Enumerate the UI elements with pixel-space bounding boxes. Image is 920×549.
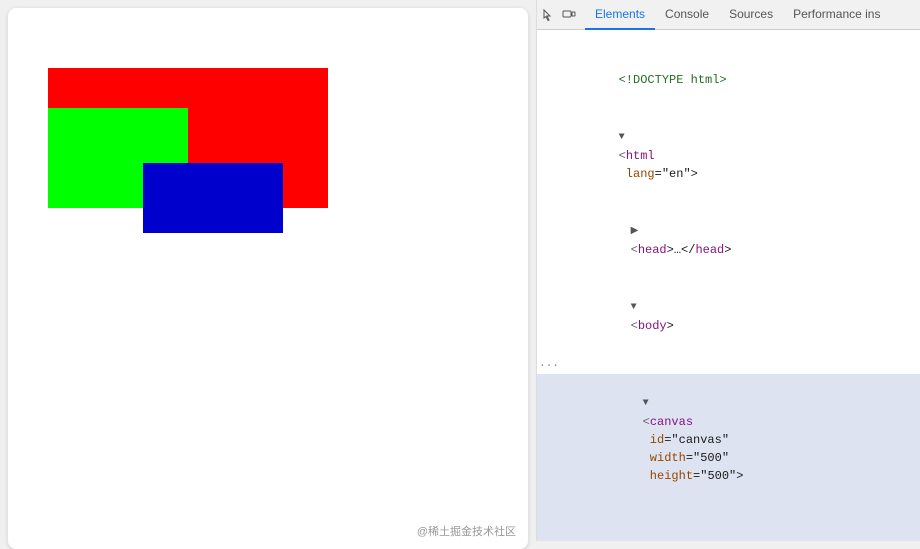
tab-console[interactable]: Console: [655, 0, 719, 30]
arrow-canvas[interactable]: [643, 395, 653, 413]
devtools-tabs: Elements Console Sources Performance ins: [537, 0, 920, 30]
tab-icons: [541, 7, 577, 23]
line-content-doctype: <!DOCTYPE html>: [561, 35, 920, 107]
line-content-canvas-text: 当前浏览器不支持canvas元素，请升级或更换浏览器！: [561, 505, 920, 541]
inspect-icon[interactable]: [541, 7, 557, 23]
arrow-body[interactable]: [631, 299, 641, 317]
line-content-html: <html lang="en">: [561, 109, 920, 201]
elements-panel-content: <!DOCTYPE html> <html lang="en"> <head>……: [537, 30, 920, 541]
line-content-canvas: <canvas id="canvas" width="500" height="…: [561, 375, 920, 503]
devtools-panel: Elements Console Sources Performance ins…: [536, 0, 920, 541]
arrow-html[interactable]: [619, 129, 629, 147]
browser-preview: @稀土掘金技术社区: [8, 8, 528, 549]
code-line-body[interactable]: <body>: [537, 278, 920, 354]
code-line-html[interactable]: <html lang="en">: [537, 108, 920, 202]
blue-rectangle: [143, 163, 283, 233]
tab-sources[interactable]: Sources: [719, 0, 783, 30]
dots-indicator: ...: [539, 355, 559, 373]
line-gutter-dots: ...: [537, 355, 561, 373]
line-content-body: <body>: [561, 279, 920, 353]
arrow-head[interactable]: [631, 223, 641, 241]
code-line-head[interactable]: <head>…</head>: [537, 202, 920, 278]
tab-elements[interactable]: Elements: [585, 0, 655, 30]
device-icon[interactable]: [561, 7, 577, 23]
tab-performance[interactable]: Performance ins: [783, 0, 890, 30]
watermark: @稀土掘金技术社区: [417, 523, 516, 539]
code-line-canvas[interactable]: <canvas id="canvas" width="500" height="…: [537, 374, 920, 504]
canvas-area: [48, 68, 348, 268]
code-line-doctype[interactable]: <!DOCTYPE html>: [537, 34, 920, 108]
code-line-canvas-text[interactable]: 当前浏览器不支持canvas元素，请升级或更换浏览器！: [537, 504, 920, 541]
line-content-head: <head>…</head>: [561, 203, 920, 277]
doctype-text: <!DOCTYPE html>: [619, 73, 727, 87]
code-line-dots[interactable]: ...: [537, 354, 920, 374]
